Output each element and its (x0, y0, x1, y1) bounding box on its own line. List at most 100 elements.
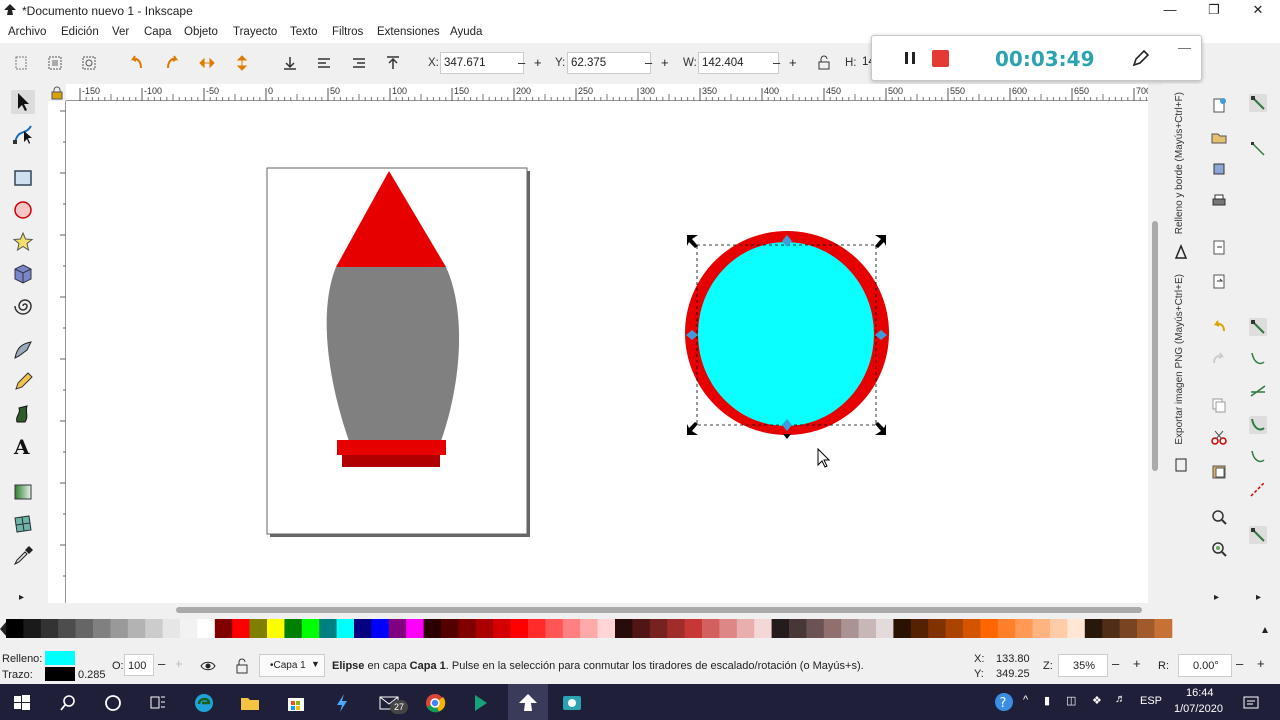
snap-expand-icon[interactable]: ▸ (1256, 592, 1261, 603)
store-icon[interactable] (285, 692, 307, 714)
raise-icon[interactable] (350, 54, 368, 72)
rectangle-tool-icon[interactable] (11, 166, 35, 190)
palette-swatch[interactable] (789, 619, 807, 638)
palette-swatch[interactable] (1015, 619, 1034, 638)
open-file-icon[interactable] (1210, 128, 1228, 146)
screen-recorder-taskbar-icon[interactable] (561, 692, 583, 714)
flip-vertical-icon[interactable] (233, 54, 251, 72)
palette-swatch[interactable] (841, 619, 860, 638)
palette-swatch[interactable] (284, 619, 303, 638)
battery-icon[interactable]: ▮ (1044, 694, 1050, 707)
zoom-drawing-icon[interactable] (1210, 540, 1228, 558)
horizontal-scrollbar[interactable] (66, 603, 1162, 617)
lower-icon[interactable] (315, 54, 333, 72)
star-tool-icon[interactable] (11, 230, 35, 254)
pen-tool-icon[interactable] (11, 338, 35, 362)
palette-swatch[interactable] (180, 619, 198, 638)
snap-nodes-icon[interactable] (1249, 318, 1267, 336)
spiral-tool-icon[interactable] (11, 294, 35, 318)
opacity-increment-button[interactable]: + (175, 656, 183, 671)
pencil-tool-icon[interactable] (11, 370, 35, 394)
palette-swatch[interactable] (893, 619, 912, 638)
palette-swatch[interactable] (127, 619, 146, 638)
selector-tool-icon[interactable] (11, 90, 35, 114)
layer-dropdown[interactable]: •Capa 1 ▼ (259, 654, 325, 677)
undo-icon[interactable] (1210, 318, 1228, 336)
palette-swatch[interactable] (945, 619, 964, 638)
palette-swatch[interactable] (980, 619, 999, 638)
palette-swatch[interactable] (963, 619, 981, 638)
volume-icon[interactable]: ♬ (1115, 693, 1126, 705)
w-decrement-button[interactable]: – (773, 55, 780, 70)
maximize-button[interactable]: ❐ (1192, 0, 1236, 21)
taskbar-active-app[interactable] (508, 684, 548, 720)
palette-swatch[interactable] (214, 619, 233, 638)
3d-box-tool-icon[interactable] (11, 262, 35, 286)
select-all-icon[interactable] (12, 54, 30, 72)
fill-stroke-icon[interactable] (1173, 244, 1189, 262)
help-icon[interactable]: ? (993, 691, 1015, 713)
palette-swatch[interactable] (736, 619, 755, 638)
palette-swatch[interactable] (545, 619, 564, 638)
palette-swatch[interactable] (23, 619, 42, 638)
palette-swatch[interactable] (75, 619, 94, 638)
app-green-icon[interactable] (470, 692, 492, 714)
print-icon[interactable] (1210, 192, 1228, 210)
redo-icon[interactable] (1210, 350, 1228, 368)
menu-ver[interactable]: Ver (112, 26, 129, 38)
menu-texto[interactable]: Texto (290, 26, 318, 38)
palette-swatch[interactable] (423, 619, 442, 638)
snap-midpoint-icon[interactable] (1249, 480, 1267, 498)
y-input[interactable]: 62.375 (567, 52, 651, 74)
export-png-icon[interactable] (1173, 456, 1189, 474)
search-icon[interactable] (57, 692, 79, 714)
palette-swatch[interactable] (145, 619, 164, 638)
palette-swatch[interactable] (876, 619, 894, 638)
file-explorer-icon[interactable] (239, 692, 261, 714)
palette-swatch[interactable] (249, 619, 268, 638)
network-icon[interactable]: ◫ (1066, 694, 1076, 707)
toolbox-expand-icon[interactable]: ▸ (19, 592, 24, 603)
zoom-selection-icon[interactable] (1210, 508, 1228, 526)
palette-swatch[interactable] (1102, 619, 1121, 638)
w-increment-button[interactable]: + (789, 55, 797, 70)
palette-swatch[interactable] (649, 619, 668, 638)
ellipse-tool-icon[interactable] (11, 198, 35, 222)
palette-swatch[interactable] (771, 619, 790, 638)
paste-icon[interactable] (1210, 462, 1228, 480)
cut-icon[interactable] (1210, 428, 1228, 446)
palette-swatch[interactable] (1084, 619, 1103, 638)
cortana-icon[interactable] (102, 692, 124, 714)
x-decrement-button[interactable]: – (518, 55, 525, 70)
lower-to-bottom-icon[interactable] (281, 54, 299, 72)
red-base-shape[interactable] (337, 440, 446, 455)
palette-swatch[interactable] (1050, 619, 1068, 638)
close-button[interactable]: ✕ (1236, 0, 1280, 21)
snap-cusp-icon[interactable] (1249, 416, 1267, 434)
new-document-icon[interactable] (1210, 96, 1228, 114)
h-input[interactable]: 14 (859, 52, 875, 74)
palette-swatch[interactable] (232, 619, 251, 638)
palette-menu-icon[interactable] (1262, 627, 1268, 633)
snap-smooth-icon[interactable] (1249, 448, 1267, 466)
minimize-button[interactable]: — (1148, 0, 1192, 21)
palette-swatch[interactable] (1032, 619, 1051, 638)
palette-swatch[interactable] (458, 619, 477, 638)
select-all-layers-icon[interactable] (46, 54, 64, 72)
palette-swatch[interactable] (562, 619, 581, 638)
palette-swatch[interactable] (910, 619, 929, 638)
drawing-canvas[interactable] (66, 101, 1148, 603)
rotation-increment-button[interactable]: + (1257, 656, 1265, 671)
commands-expand-icon[interactable]: ▸ (1214, 592, 1219, 603)
pen-icon[interactable] (1130, 49, 1150, 69)
clock-time[interactable]: 16:44 (1186, 687, 1214, 699)
gray-body-shape[interactable] (326, 267, 460, 441)
text-tool-icon[interactable]: A (11, 434, 35, 458)
vertical-scrollbar[interactable] (1148, 101, 1162, 603)
snap-toggle-icon[interactable] (1249, 94, 1267, 112)
rotate-ccw-icon[interactable] (128, 54, 146, 72)
palette-swatch[interactable] (1137, 619, 1155, 638)
menu-edicion[interactable]: Edición (61, 26, 99, 38)
import-icon[interactable] (1210, 238, 1228, 256)
y-increment-button[interactable]: + (661, 55, 669, 70)
